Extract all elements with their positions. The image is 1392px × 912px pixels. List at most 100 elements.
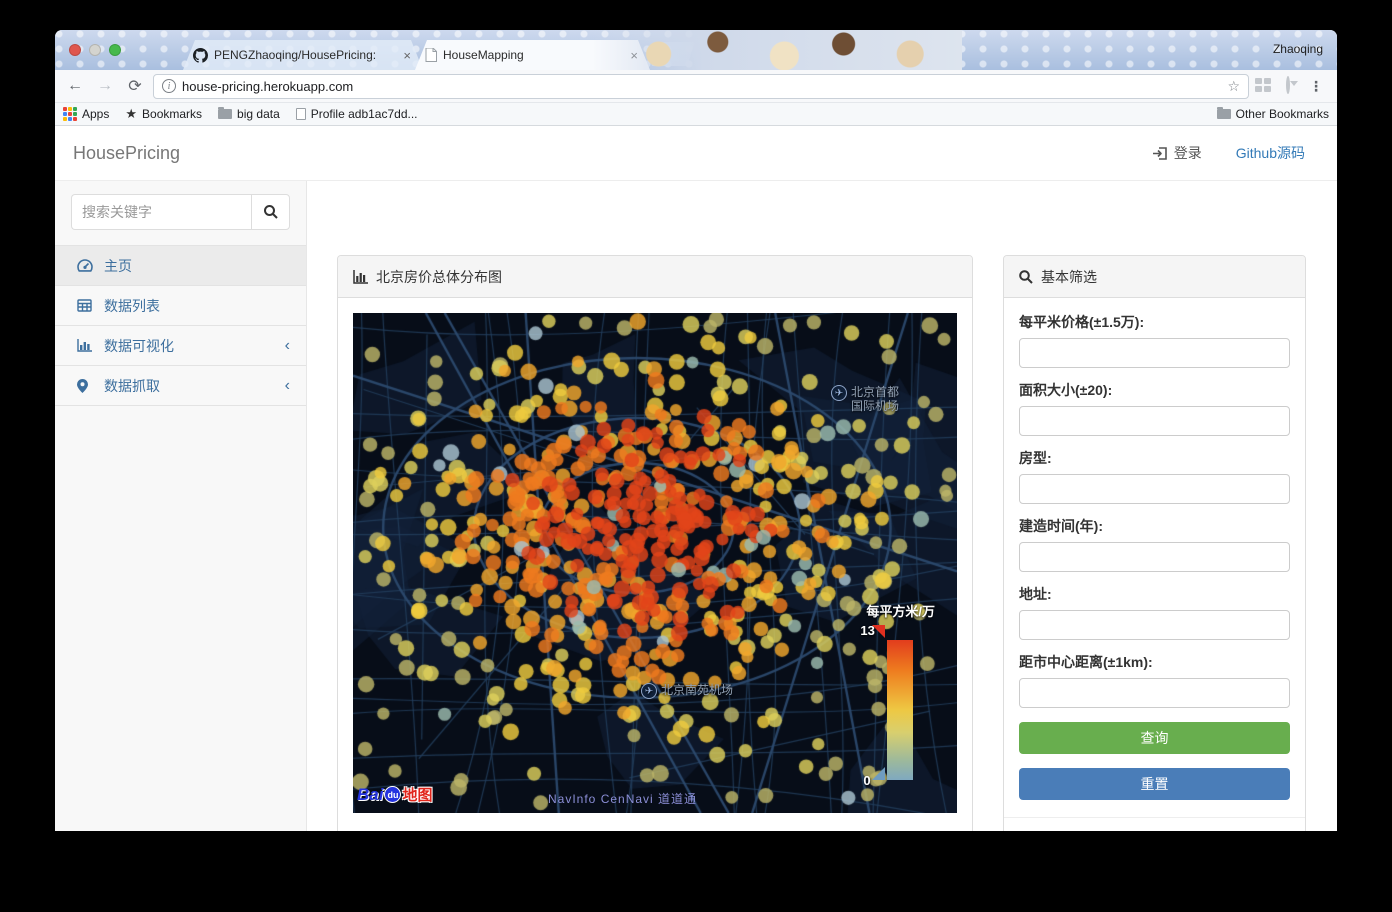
extension-shield-icon[interactable]: [1279, 76, 1297, 94]
bar-chart-icon: [353, 269, 368, 284]
map-panel-title: 北京房价总体分布图: [376, 268, 502, 285]
legend-title: 每平方米/万: [866, 604, 935, 619]
map-panel: 北京房价总体分布图 ✈ 北京首都 国际机场 ✈ 北京南苑机场 每平方米/万 13…: [337, 255, 973, 831]
bookmark-big-data[interactable]: big data: [218, 107, 280, 121]
close-window-button[interactable]: [69, 44, 81, 56]
map-panel-header: 北京房价总体分布图: [338, 256, 972, 298]
baidu-paw-icon: du: [384, 786, 402, 803]
legend-min-marker: [872, 767, 886, 780]
sidebar-item-home[interactable]: 主页: [55, 246, 306, 286]
airplane-icon: ✈: [641, 683, 657, 699]
browser-window: PENGZhaoqing/HousePricing: × HouseMappin…: [55, 30, 1337, 831]
search-input[interactable]: [71, 194, 251, 230]
minimize-window-button[interactable]: [89, 44, 101, 56]
address-field-label: 地址:: [1019, 586, 1052, 602]
airplane-icon: ✈: [831, 385, 847, 401]
map-label-nanyuan-airport: ✈ 北京南苑机场: [641, 683, 733, 699]
bookmark-label: Profile adb1ac7dd...: [310, 107, 418, 121]
bookmark-apps[interactable]: Apps: [63, 107, 109, 121]
github-source-link[interactable]: Github源码: [1236, 143, 1305, 163]
bar-chart-icon: [77, 339, 94, 352]
browser-profile-name: Zhaoqing: [1272, 42, 1323, 56]
area-input[interactable]: [1019, 406, 1290, 436]
site-header: HousePricing 登录 Github源码: [55, 126, 1337, 180]
filter-panel-title: 基本筛选: [1041, 268, 1097, 285]
back-icon[interactable]: ←: [63, 77, 87, 95]
bookmark-star-icon[interactable]: ☆: [1227, 78, 1240, 95]
map-legend: 每平方米/万 13 0: [860, 601, 935, 788]
legend-min-value: 0: [863, 773, 871, 788]
baidu-map[interactable]: ✈ 北京首都 国际机场 ✈ 北京南苑机场 每平方米/万 13 0 Bai du …: [353, 313, 957, 813]
reload-icon[interactable]: ⟳: [123, 76, 147, 96]
area-field-label: 面积大小(±20):: [1019, 382, 1113, 398]
legend-gradient-bar: [887, 640, 914, 780]
build-year-input[interactable]: [1019, 542, 1290, 572]
price-field-label: 每平米价格(±1.5万):: [1019, 314, 1145, 330]
url-text: house-pricing.herokuapp.com: [182, 78, 354, 94]
sidebar-item-label: 数据抓取: [104, 377, 160, 394]
folder-icon: [1216, 107, 1231, 119]
page-icon: [295, 108, 306, 120]
login-link[interactable]: 登录: [1152, 143, 1202, 163]
search-icon: [1019, 269, 1033, 284]
sidebar-item-label: 主页: [104, 257, 132, 274]
bookmark-bookmarks[interactable]: ★ Bookmarks: [125, 106, 202, 122]
close-tab-icon[interactable]: ×: [401, 48, 413, 63]
legend-max-marker: [872, 625, 886, 638]
bookmark-label: Apps: [82, 107, 110, 121]
login-label: 登录: [1173, 145, 1202, 161]
bookmark-label: Other Bookmarks: [1235, 107, 1329, 121]
baidu-maps-logo: Bai du 地图: [357, 784, 433, 805]
price-input[interactable]: [1019, 338, 1290, 368]
site-brand[interactable]: HousePricing: [73, 143, 180, 164]
page-content: HousePricing 登录 Github源码 搜索关键字 主页 数据列表 数…: [55, 126, 1337, 831]
table-icon: [77, 299, 94, 312]
query-button[interactable]: 查询: [1019, 722, 1290, 754]
star-icon: ★: [125, 106, 138, 121]
site-info-icon[interactable]: i: [162, 79, 176, 93]
filter-panel-header: 基本筛选: [1004, 256, 1305, 298]
house-type-input[interactable]: [1019, 474, 1290, 504]
tab-housepricing-github[interactable]: PENGZhaoqing/HousePricing: ×: [183, 40, 423, 70]
sidebar-item-label: 数据列表: [104, 297, 160, 314]
zoom-window-button[interactable]: [109, 44, 121, 56]
divider: [1004, 817, 1305, 818]
sign-in-icon: [1152, 146, 1167, 160]
tab-strip: PENGZhaoqing/HousePricing: × HouseMappin…: [55, 30, 1337, 70]
search-button[interactable]: [251, 194, 290, 230]
theme-artwork-image: [592, 30, 962, 70]
chevron-left-icon: ‹: [284, 336, 290, 354]
sidebar-item-data-visualization[interactable]: 数据可视化 ‹: [55, 326, 306, 366]
dashboard-icon: [77, 258, 94, 273]
sidebar-item-label: 数据可视化: [104, 337, 174, 354]
window-controls: [69, 44, 121, 56]
map-marker-icon: [77, 378, 94, 393]
map-attribution: NavInfo CenNavi 道道通: [548, 792, 698, 806]
apps-grid-icon: [63, 107, 77, 121]
forward-icon[interactable]: →: [93, 77, 117, 95]
url-bar[interactable]: i house-pricing.herokuapp.com ☆: [153, 73, 1249, 99]
sidebar-item-data-list[interactable]: 数据列表: [55, 286, 306, 326]
github-icon: [193, 48, 208, 63]
other-bookmarks-button[interactable]: Other Bookmarks: [1216, 107, 1329, 121]
chevron-left-icon: ‹: [284, 376, 290, 394]
browser-menu-icon[interactable]: ⋮: [1303, 78, 1329, 95]
main-area: 北京房价总体分布图 ✈ 北京首都 国际机场 ✈ 北京南苑机场 每平方米/万 13…: [307, 181, 1337, 831]
bookmark-label: Bookmarks: [142, 107, 203, 121]
sidebar: 主页 数据列表 数据可视化 ‹: [55, 181, 307, 831]
distance-input[interactable]: [1019, 678, 1290, 708]
search-icon: [263, 205, 278, 219]
page-icon: [425, 48, 437, 62]
bookmark-label: big data: [237, 107, 280, 121]
folder-icon: [218, 107, 233, 119]
map-label-capital-airport: ✈ 北京首都 国际机场: [831, 385, 899, 413]
house-type-field-label: 房型:: [1019, 450, 1052, 466]
bookmark-profile[interactable]: Profile adb1ac7dd...: [295, 107, 418, 121]
sidebar-item-data-scraping[interactable]: 数据抓取 ‹: [55, 366, 306, 406]
build-year-field-label: 建造时间(年):: [1019, 518, 1103, 534]
tab-title: PENGZhaoqing/HousePricing:: [214, 48, 377, 62]
reset-button[interactable]: 重置: [1019, 768, 1290, 800]
distance-field-label: 距市中心距离(±1km):: [1019, 654, 1153, 670]
extension-grid-icon[interactable]: [1255, 78, 1273, 94]
address-input[interactable]: [1019, 610, 1290, 640]
